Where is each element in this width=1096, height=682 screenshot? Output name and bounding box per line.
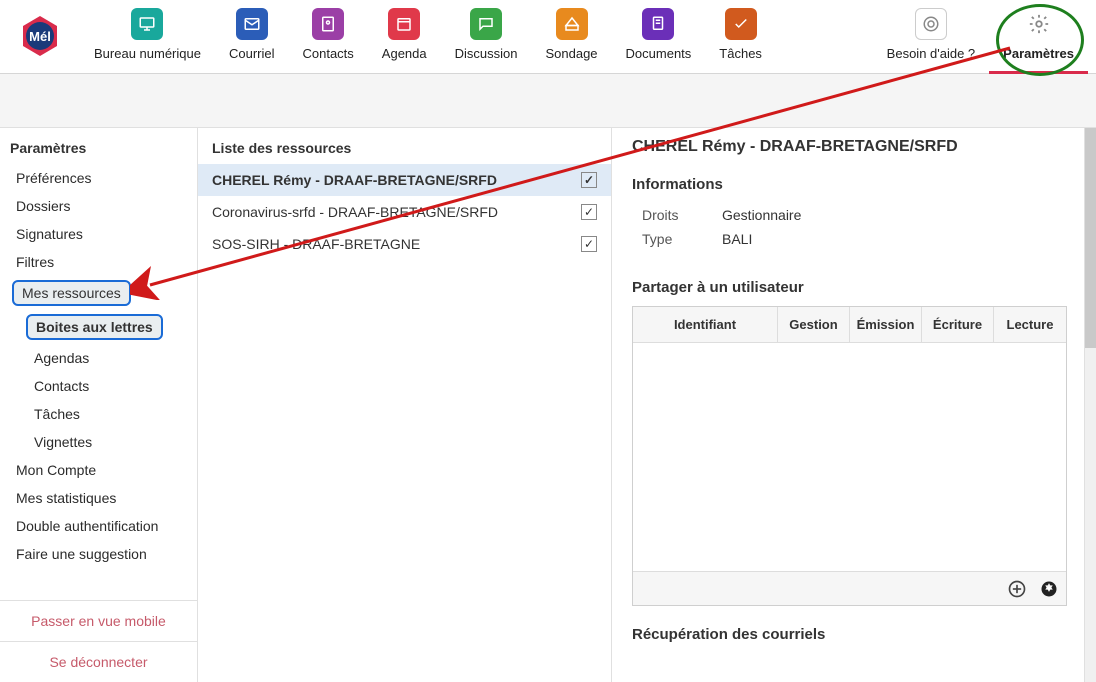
droits-value: Gestionnaire	[722, 207, 801, 223]
col-emission: Émission	[850, 307, 922, 343]
sidebar-item-filtres[interactable]: Filtres	[6, 248, 191, 276]
recup-header: Récupération des courriels	[632, 626, 1076, 643]
sidebar: Paramètres Préférences Dossiers Signatur…	[0, 128, 198, 682]
monitor-icon	[131, 8, 163, 40]
resource-checkbox[interactable]: ✓	[581, 204, 597, 220]
col-gestion: Gestion	[778, 307, 850, 343]
nav-courriel[interactable]: Courriel	[215, 8, 289, 74]
resource-list-header: Liste des ressources	[198, 128, 611, 164]
sidebar-item-signatures[interactable]: Signatures	[6, 220, 191, 248]
type-label: Type	[642, 231, 722, 247]
resource-checkbox[interactable]: ✓	[581, 172, 597, 188]
sidebar-item-suggestion[interactable]: Faire une suggestion	[6, 540, 191, 568]
sidebar-item-ressources[interactable]: Mes ressources	[12, 280, 131, 306]
nav-discussion[interactable]: Discussion	[441, 8, 532, 74]
share-header: Partager à un utilisateur	[632, 279, 1076, 296]
resource-checkbox[interactable]: ✓	[581, 236, 597, 252]
poll-icon	[556, 8, 588, 40]
sidebar-item-compte[interactable]: Mon Compte	[6, 456, 191, 484]
scrollbar-thumb[interactable]	[1085, 128, 1096, 348]
sidebar-item-vignettes[interactable]: Vignettes	[6, 428, 191, 456]
nav-help[interactable]: Besoin d'aide ?	[873, 8, 990, 74]
resource-name: CHEREL Rémy - DRAAF-BRETAGNE/SRFD	[212, 172, 581, 188]
resource-row[interactable]: CHEREL Rémy - DRAAF-BRETAGNE/SRFD ✓	[198, 164, 611, 196]
resource-name: SOS-SIRH - DRAAF-BRETAGNE	[212, 236, 581, 252]
topbar: Mél Bureau numérique Courriel Contacts A…	[0, 0, 1096, 74]
sidebar-item-contacts[interactable]: Contacts	[6, 372, 191, 400]
sidebar-item-stats[interactable]: Mes statistiques	[6, 484, 191, 512]
contacts-icon	[312, 8, 344, 40]
resource-name: Coronavirus-srfd - DRAAF-BRETAGNE/SRFD	[212, 204, 581, 220]
share-settings-button[interactable]	[1038, 578, 1060, 600]
gear-icon	[1023, 8, 1055, 40]
detail-panel: CHEREL Rémy - DRAAF-BRETAGNE/SRFD Inform…	[612, 128, 1096, 682]
droits-label: Droits	[642, 207, 722, 223]
mail-icon	[236, 8, 268, 40]
sidebar-item-taches[interactable]: Tâches	[6, 400, 191, 428]
col-ecriture: Écriture	[922, 307, 994, 343]
logout-link[interactable]: Se déconnecter	[0, 641, 197, 682]
mobile-view-link[interactable]: Passer en vue mobile	[0, 601, 197, 641]
scrollbar[interactable]	[1084, 128, 1096, 682]
share-table-body	[633, 343, 1066, 571]
resource-list-panel: Liste des ressources CHEREL Rémy - DRAAF…	[198, 128, 612, 682]
col-lecture: Lecture	[994, 307, 1066, 343]
documents-icon	[642, 8, 674, 40]
logo: Mél	[8, 8, 80, 61]
type-value: BALI	[722, 231, 752, 247]
nav-parametres[interactable]: Paramètres	[989, 8, 1088, 74]
info-header: Informations	[632, 176, 1076, 193]
calendar-icon	[388, 8, 420, 40]
nav-bureau-numerique[interactable]: Bureau numérique	[80, 8, 215, 74]
share-table: Identifiant Gestion Émission Écriture Le…	[632, 306, 1067, 606]
nav-contacts[interactable]: Contacts	[288, 8, 367, 74]
sidebar-item-boites-aux-lettres[interactable]: Boites aux lettres	[26, 314, 163, 340]
svg-text:Mél: Mél	[29, 29, 51, 44]
chat-icon	[470, 8, 502, 40]
nav-sondage[interactable]: Sondage	[531, 8, 611, 74]
sidebar-header: Paramètres	[0, 128, 197, 164]
nav-agenda[interactable]: Agenda	[368, 8, 441, 74]
sidebar-item-auth[interactable]: Double authentification	[6, 512, 191, 540]
resource-row[interactable]: SOS-SIRH - DRAAF-BRETAGNE ✓	[198, 228, 611, 260]
nav-taches[interactable]: Tâches	[705, 8, 776, 74]
sidebar-item-preferences[interactable]: Préférences	[6, 164, 191, 192]
tasks-icon	[725, 8, 757, 40]
resource-row[interactable]: Coronavirus-srfd - DRAAF-BRETAGNE/SRFD ✓	[198, 196, 611, 228]
sidebar-item-dossiers[interactable]: Dossiers	[6, 192, 191, 220]
detail-title: CHEREL Rémy - DRAAF-BRETAGNE/SRFD	[632, 138, 1076, 156]
col-identifiant: Identifiant	[633, 307, 778, 343]
sidebar-item-agendas[interactable]: Agendas	[6, 344, 191, 372]
add-share-button[interactable]	[1006, 578, 1028, 600]
subbar	[0, 74, 1096, 128]
help-icon	[915, 8, 947, 40]
nav-documents[interactable]: Documents	[612, 8, 706, 74]
